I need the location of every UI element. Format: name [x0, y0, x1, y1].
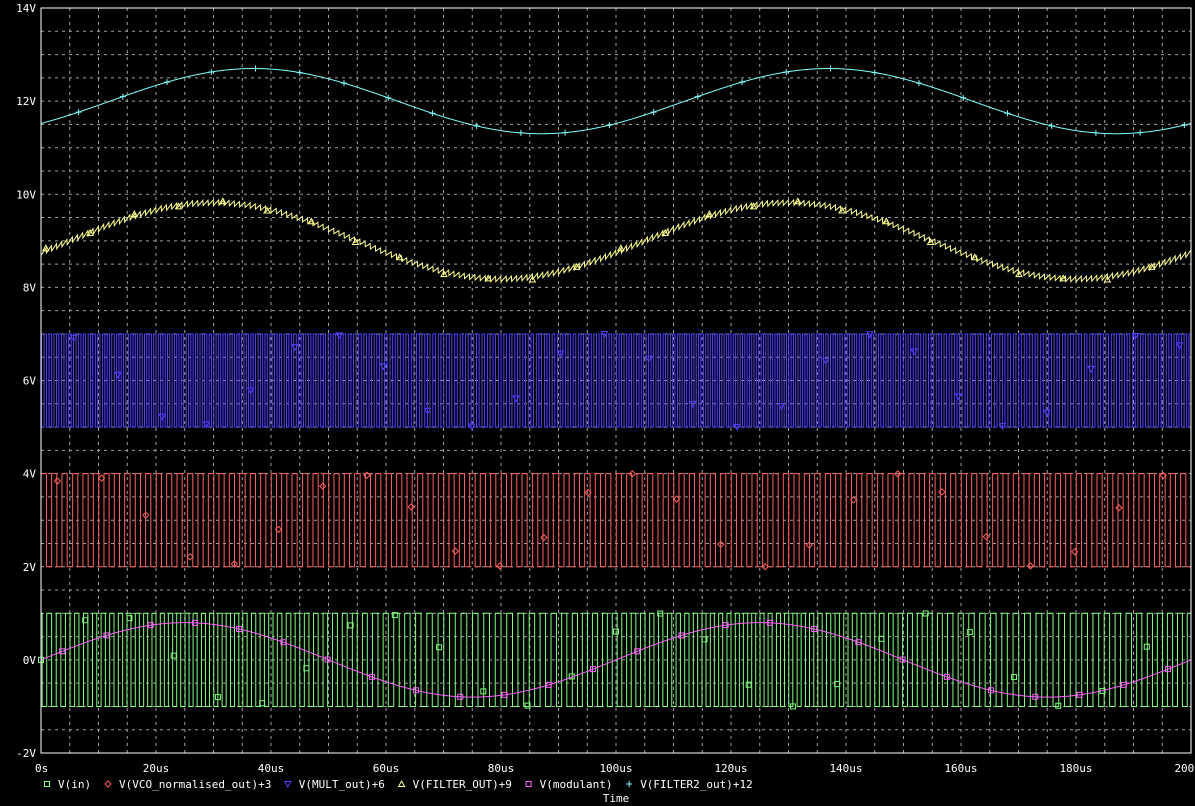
- series-marker-0: [966, 629, 973, 636]
- legend-marker-3: [397, 779, 406, 787]
- series-marker-5: [340, 80, 347, 87]
- series-marker-2: [291, 344, 299, 352]
- y-tick-label: 12V: [16, 95, 36, 108]
- y-tick-label: 6V: [23, 375, 37, 388]
- legend-entry-4: V(modulant): [540, 778, 613, 791]
- series-marker-2: [114, 371, 122, 379]
- x-tick-label: 200us: [1174, 762, 1195, 775]
- series-marker-1: [451, 547, 460, 555]
- waveform-plot: 0s 20us 40us 60us 80us 100us 120us 140us 160us 18…: [16, 2, 1195, 805]
- y-tick-label: 14V: [16, 2, 36, 15]
- x-tick-label: 180us: [1059, 762, 1092, 775]
- series-marker-5: [606, 122, 613, 129]
- y-tick-label: -2V: [16, 747, 36, 760]
- x-tick-label: 80us: [488, 762, 515, 775]
- series-marker-5: [650, 109, 657, 116]
- series-marker-1: [319, 482, 327, 490]
- x-tick-label: 100us: [599, 762, 632, 775]
- x-tick-label: 160us: [944, 762, 977, 775]
- series-marker-2: [379, 363, 388, 371]
- y-tick-label: 8V: [23, 281, 37, 294]
- series-marker-1: [540, 533, 548, 542]
- x-tick-label: 120us: [714, 762, 747, 775]
- x-tick-label: 20us: [143, 762, 170, 775]
- x-axis-ticks: 0s 20us 40us 60us 80us 100us 120us 140us 160us 18…: [35, 762, 1195, 775]
- series-marker-5: [208, 68, 215, 75]
- series-marker-1: [1026, 562, 1035, 570]
- legend: V(in) V(VCO_normalised_out)+3 V(MULT_out)+…: [44, 778, 753, 791]
- series-marker-1: [1115, 504, 1123, 512]
- series-marker-5: [517, 129, 524, 136]
- series-marker-5: [1137, 129, 1144, 136]
- series-marker-5: [1181, 122, 1188, 129]
- series-marker-5: [119, 93, 126, 100]
- y-tick-label: 10V: [16, 188, 36, 201]
- series-marker-2: [158, 413, 167, 421]
- series-marker-5: [739, 79, 746, 86]
- series-marker-5: [252, 65, 259, 72]
- series-marker-0: [436, 644, 443, 651]
- series-marker-5: [871, 69, 878, 76]
- x-axis-label: Time: [603, 792, 630, 805]
- series-marker-5: [783, 68, 790, 75]
- series-marker-0: [170, 652, 177, 659]
- series-marker-5: [1048, 122, 1055, 129]
- series-marker-5: [694, 93, 701, 100]
- series-marker-5: [296, 69, 303, 76]
- series-marker-1: [982, 532, 990, 541]
- x-tick-label: 40us: [258, 762, 285, 775]
- legend-entry-0: V(in): [58, 778, 91, 791]
- legend-entry-1: V(VCO_normalised_out)+3: [119, 778, 271, 791]
- series-marker-1: [53, 477, 62, 485]
- series-marker-0: [1143, 643, 1150, 650]
- series-marker-5: [1004, 110, 1011, 117]
- series-marker-5: [164, 79, 171, 86]
- series-marker-2: [1087, 365, 1095, 373]
- series-marker-1: [407, 503, 415, 511]
- legend-entry-2: V(MULT_out)+6: [299, 778, 385, 791]
- legend-entry-3: V(FILTER_OUT)+9: [413, 778, 512, 791]
- series-marker-5: [562, 129, 569, 136]
- x-tick-label: 60us: [373, 762, 400, 775]
- series-marker-0: [1011, 674, 1018, 681]
- legend-marker-4: [525, 781, 532, 787]
- legend-marker-0: [44, 781, 50, 787]
- x-tick-label: 140us: [829, 762, 862, 775]
- legend-marker-2: [283, 781, 292, 789]
- y-tick-label: 0V: [23, 654, 37, 667]
- y-axis-ticks: -2V 0V 2V 4V 6V 8V 10V 12V 14V: [16, 2, 36, 760]
- y-tick-label: 4V: [23, 468, 37, 481]
- x-tick-label: 0s: [35, 762, 48, 775]
- legend-marker-5: [626, 781, 633, 787]
- series-marker-5: [429, 110, 436, 117]
- series-marker-5: [473, 122, 480, 129]
- legend-entry-5: V(FILTER2_out)+12: [640, 778, 753, 791]
- y-tick-label: 2V: [23, 561, 37, 574]
- series-marker-5: [1092, 129, 1099, 136]
- legend-marker-1: [104, 780, 112, 788]
- series-marker-2: [866, 331, 874, 339]
- series-marker-5: [915, 80, 922, 87]
- series-marker-2: [954, 393, 963, 401]
- series-marker-2: [512, 395, 520, 403]
- series-marker-5: [75, 109, 82, 116]
- series-marker-5: [827, 65, 834, 72]
- series-line-1: [41, 473, 1191, 568]
